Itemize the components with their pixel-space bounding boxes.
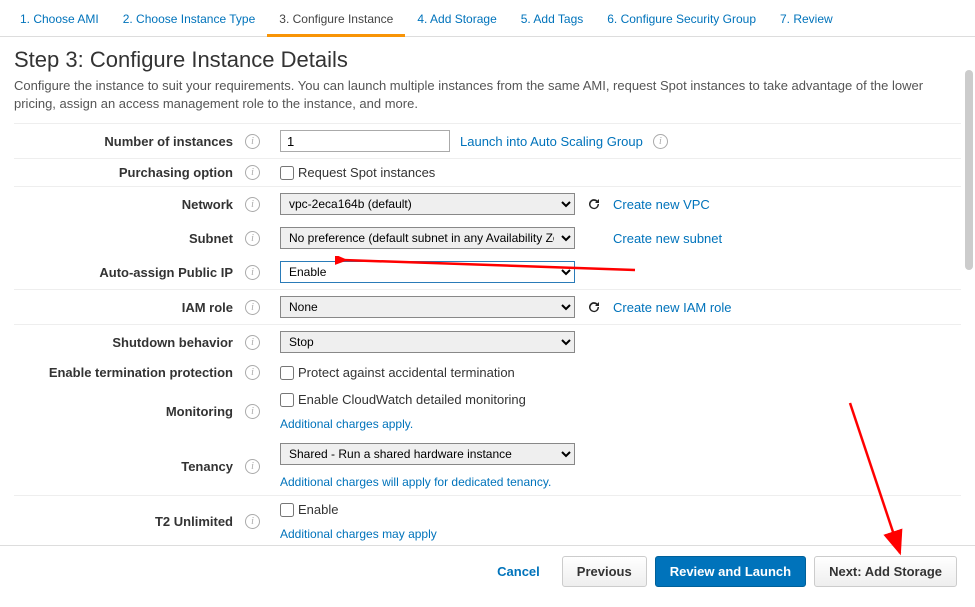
info-icon[interactable]: i [245, 404, 260, 419]
monitoring-checkbox[interactable] [280, 393, 294, 407]
cancel-button[interactable]: Cancel [483, 557, 554, 586]
iam-select[interactable]: None [280, 296, 575, 318]
monitoring-note[interactable]: Additional charges apply. [280, 417, 413, 431]
info-icon[interactable]: i [245, 335, 260, 350]
tenancy-note[interactable]: Additional charges will apply for dedica… [280, 475, 551, 489]
page-header: Step 3: Configure Instance Details Confi… [0, 37, 975, 117]
launch-asg-link[interactable]: Launch into Auto Scaling Group [460, 134, 643, 149]
iam-label: IAM role [14, 300, 239, 315]
tenancy-select[interactable]: Shared - Run a shared hardware instance [280, 443, 575, 465]
tab-review[interactable]: 7. Review [768, 6, 845, 36]
subnet-label: Subnet [14, 231, 239, 246]
info-icon[interactable]: i [245, 165, 260, 180]
spot-label: Request Spot instances [298, 165, 435, 180]
t2-label: T2 Unlimited [14, 514, 239, 529]
shutdown-label: Shutdown behavior [14, 335, 239, 350]
instances-input[interactable] [280, 130, 450, 152]
create-iam-link[interactable]: Create new IAM role [613, 300, 732, 315]
network-label: Network [14, 197, 239, 212]
refresh-icon[interactable] [585, 195, 603, 213]
monitoring-label: Monitoring [14, 404, 239, 419]
t2-cb-label: Enable [298, 502, 338, 517]
info-icon[interactable]: i [245, 197, 260, 212]
info-icon[interactable]: i [245, 265, 260, 280]
network-select[interactable]: vpc-2eca164b (default) [280, 193, 575, 215]
termination-cb-label: Protect against accidental termination [298, 365, 515, 380]
tenancy-label: Tenancy [14, 459, 239, 474]
info-icon[interactable]: i [245, 514, 260, 529]
termination-label: Enable termination protection [14, 365, 239, 380]
wizard-nav: 1. Choose AMI 2. Choose Instance Type 3.… [0, 0, 975, 37]
scrollbar[interactable] [965, 30, 973, 550]
t2-checkbox[interactable] [280, 503, 294, 517]
t2-note[interactable]: Additional charges may apply [280, 527, 437, 541]
purchasing-label: Purchasing option [14, 165, 239, 180]
info-icon[interactable]: i [245, 231, 260, 246]
tab-add-tags[interactable]: 5. Add Tags [509, 6, 596, 36]
publicip-label: Auto-assign Public IP [14, 265, 239, 280]
page-description: Configure the instance to suit your requ… [14, 77, 961, 113]
tab-configure-instance[interactable]: 3. Configure Instance [267, 6, 405, 37]
scrollbar-thumb[interactable] [965, 70, 973, 270]
spot-checkbox[interactable] [280, 166, 294, 180]
previous-button[interactable]: Previous [562, 556, 647, 587]
next-add-storage-button[interactable]: Next: Add Storage [814, 556, 957, 587]
tab-choose-ami[interactable]: 1. Choose AMI [8, 6, 111, 36]
tab-choose-instance-type[interactable]: 2. Choose Instance Type [111, 6, 268, 36]
configure-form: Number of instances i Launch into Auto S… [0, 117, 975, 607]
info-icon[interactable]: i [245, 459, 260, 474]
tab-configure-security-group[interactable]: 6. Configure Security Group [595, 6, 768, 36]
page-title: Step 3: Configure Instance Details [14, 47, 961, 73]
shutdown-select[interactable]: Stop [280, 331, 575, 353]
monitoring-cb-label: Enable CloudWatch detailed monitoring [298, 392, 526, 407]
info-icon[interactable]: i [245, 300, 260, 315]
refresh-icon[interactable] [585, 298, 603, 316]
create-subnet-link[interactable]: Create new subnet [613, 231, 722, 246]
tab-add-storage[interactable]: 4. Add Storage [405, 6, 508, 36]
subnet-select[interactable]: No preference (default subnet in any Ava… [280, 227, 575, 249]
review-launch-button[interactable]: Review and Launch [655, 556, 806, 587]
info-icon[interactable]: i [245, 134, 260, 149]
create-vpc-link[interactable]: Create new VPC [613, 197, 710, 212]
publicip-select[interactable]: Enable [280, 261, 575, 283]
instances-label: Number of instances [14, 134, 239, 149]
info-icon[interactable]: i [653, 134, 668, 149]
footer-bar: Cancel Previous Review and Launch Next: … [0, 545, 975, 597]
termination-checkbox[interactable] [280, 366, 294, 380]
info-icon[interactable]: i [245, 365, 260, 380]
